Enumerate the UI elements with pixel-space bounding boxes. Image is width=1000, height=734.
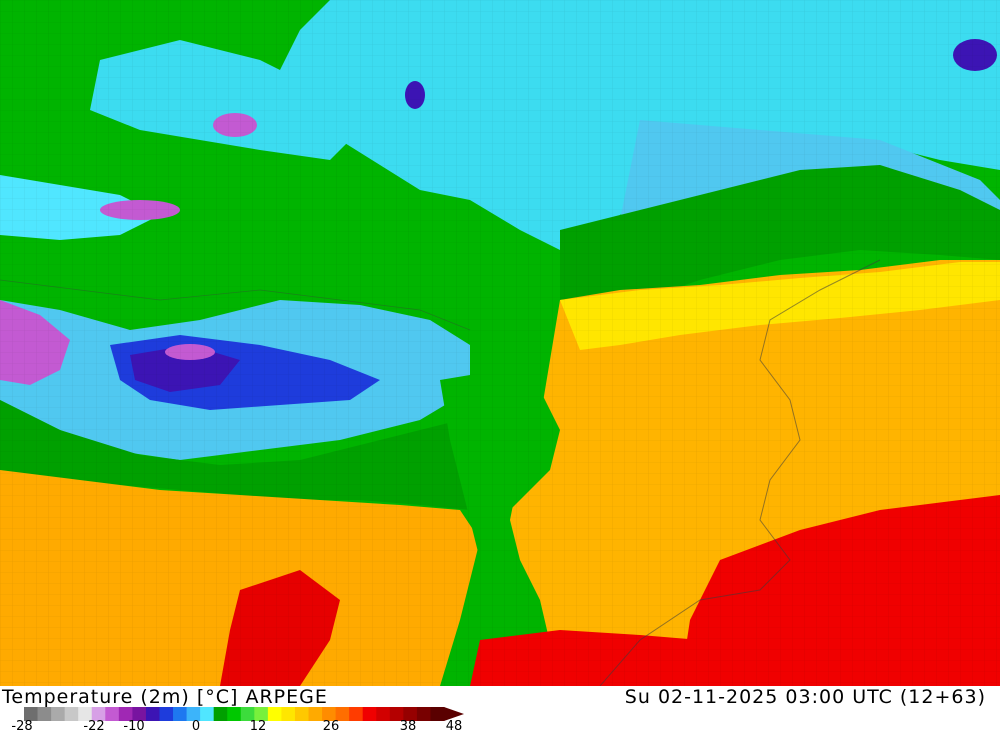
- grid-overlay: [0, 0, 1000, 686]
- scale-swatch: [349, 707, 364, 721]
- map-footer: Temperature (2m) [°C] ARPEGE Su 02-11-20…: [0, 686, 1000, 734]
- scale-swatch: [105, 707, 120, 721]
- map-timestamp: Su 02-11-2025 03:00 UTC (12+63): [624, 686, 986, 708]
- scale-tick-label: -10: [123, 719, 145, 734]
- scale-swatch: [173, 707, 188, 721]
- scale-swatch: [376, 707, 391, 721]
- scale-tick-label: 48: [445, 719, 463, 734]
- map-title: Temperature (2m) [°C] ARPEGE: [2, 686, 328, 708]
- scale-tick-label: 0: [191, 719, 201, 734]
- scale-swatch: [362, 707, 377, 721]
- scale-tick-label: 26: [322, 719, 340, 734]
- scale-swatch: [430, 707, 445, 721]
- scale-swatch: [416, 707, 431, 721]
- temperature-map[interactable]: [0, 0, 1000, 686]
- scale-swatch: [37, 707, 52, 721]
- scale-swatch: [281, 707, 296, 721]
- scale-swatch: [159, 707, 174, 721]
- scale-swatch: [64, 707, 79, 721]
- scale-swatch: [227, 707, 242, 721]
- scale-swatch: [308, 707, 323, 721]
- scale-swatch: [267, 707, 282, 721]
- scale-swatch: [213, 707, 228, 721]
- scale-tick-label: 12: [249, 719, 267, 734]
- scale-swatch: [200, 707, 215, 721]
- scale-swatch: [145, 707, 160, 721]
- scale-swatch: [51, 707, 66, 721]
- scale-tick-label: -22: [83, 719, 105, 734]
- scale-swatch: [294, 707, 310, 721]
- scale-tick-label: -28: [11, 719, 33, 734]
- scale-tick-label: 38: [399, 719, 417, 734]
